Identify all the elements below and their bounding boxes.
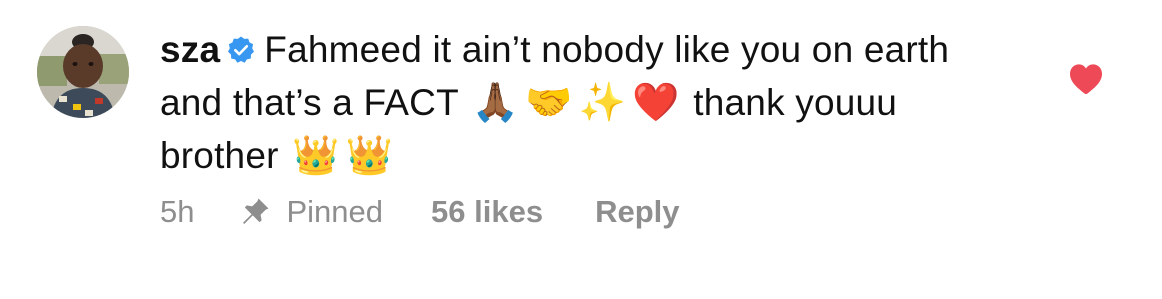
red-heart-emoji: ❤️ [632,80,680,124]
avatar[interactable] [37,26,129,118]
likes-count-button[interactable]: 56 likes [431,194,543,230]
avatar-image [37,26,129,118]
crown-emoji-1: 👑 [292,133,340,177]
like-heart-icon[interactable] [1068,62,1104,96]
pinned-label: Pinned [286,194,384,229]
pinned-indicator: Pinned [238,194,383,230]
comment-time: 5h [160,194,195,229]
pin-icon [238,195,272,229]
reply-button[interactable]: Reply [595,194,679,230]
comment-body: sza Fahmeed it ain’t nobody like you on e… [160,24,1020,182]
folded-hands-emoji: 🙏🏾 [471,80,520,124]
crown-emoji-2: 👑 [345,133,394,177]
comment-row: sza Fahmeed it ain’t nobody like you on e… [0,0,1162,299]
handshake-emoji: 🤝 [525,80,573,124]
sparkles-emoji: ✨ [578,80,627,124]
verified-badge-icon [226,35,256,65]
username-link[interactable]: sza [160,29,220,70]
comment-meta: 5h Pinned 56 likes Reply [160,190,679,234]
